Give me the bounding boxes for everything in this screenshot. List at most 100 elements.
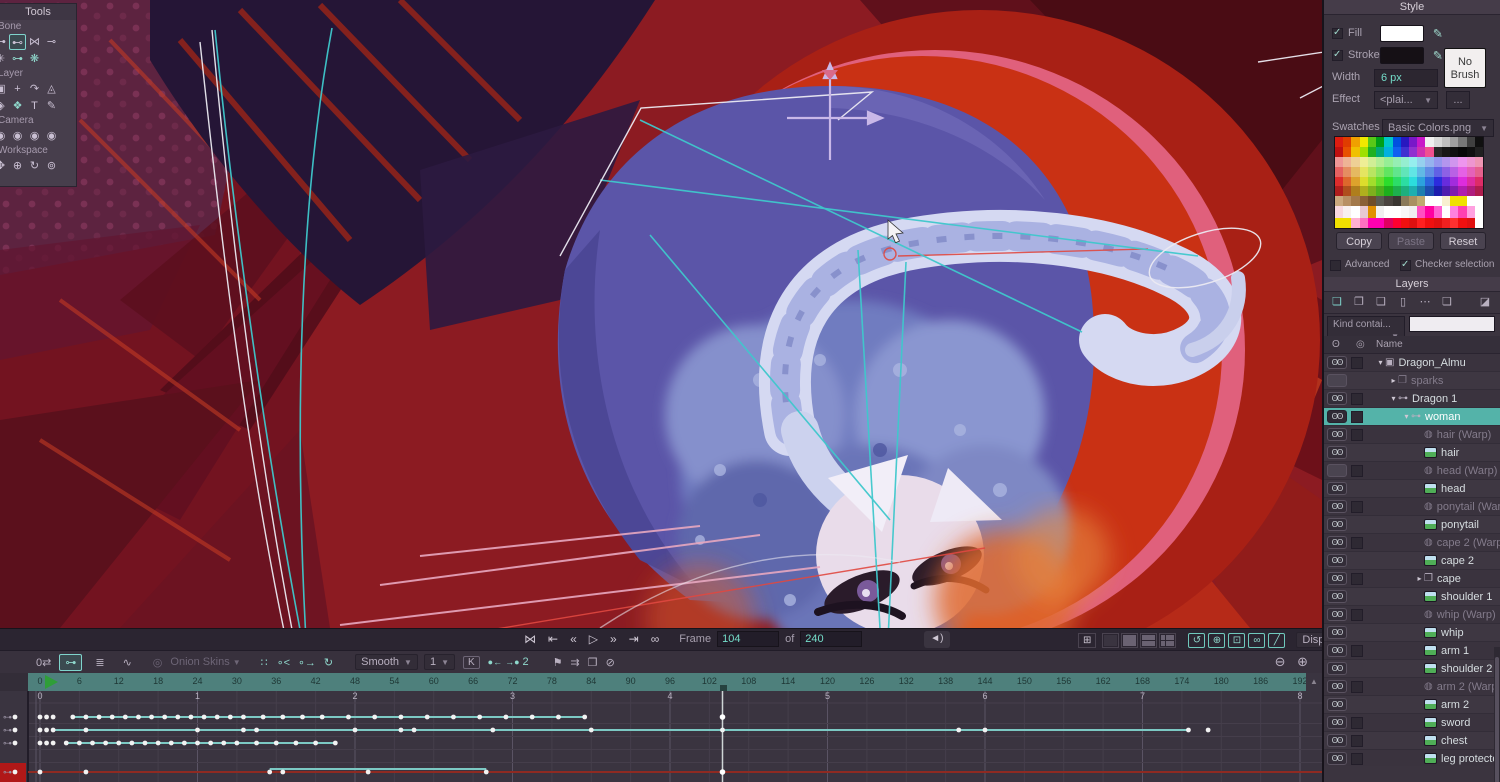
pan-workspace-tool-icon[interactable]: ✥	[0, 158, 9, 174]
layer-expand-icon[interactable]: ▾	[1376, 358, 1385, 367]
layer-row-woman[interactable]: ʘʘ ▾ ⊶ woman	[1324, 408, 1500, 426]
add-bone-tool-icon[interactable]: ✳	[0, 51, 9, 67]
play-loop-icon[interactable]: ∞	[645, 629, 666, 650]
add-point-tool-icon[interactable]: +	[9, 81, 26, 97]
layer-visibility-toggle[interactable]: ʘʘ	[1327, 644, 1347, 657]
palette-color[interactable]	[1417, 218, 1426, 228]
layer-visibility-toggle[interactable]: ʘʘ	[1327, 536, 1347, 549]
motion-graph-icon[interactable]: ∿	[118, 655, 137, 670]
layer-visibility-toggle[interactable]: ʘʘ	[1327, 518, 1347, 531]
palette-color[interactable]	[1384, 146, 1393, 157]
swatches-dropdown[interactable]: Basic Colors.png ▼	[1382, 119, 1494, 137]
palette-color[interactable]	[1433, 166, 1442, 177]
palette-color[interactable]	[1466, 166, 1475, 177]
layer-select-checkbox[interactable]	[1351, 410, 1363, 423]
layer-select-checkbox[interactable]	[1351, 536, 1363, 549]
palette-color[interactable]	[1335, 186, 1344, 197]
palette-color[interactable]	[1474, 166, 1483, 177]
palette-color[interactable]	[1474, 218, 1483, 228]
loop-view-icon[interactable]: ∞	[1248, 632, 1266, 648]
stereo-view-icon[interactable]: ⊞	[1078, 632, 1097, 648]
reparent-bone-tool-icon[interactable]: ⊶	[9, 51, 26, 67]
view-layout-single-icon[interactable]	[1102, 632, 1120, 648]
palette-color[interactable]	[1441, 176, 1451, 187]
layer-select-checkbox[interactable]	[1351, 572, 1363, 585]
new-group-icon[interactable]: ❑	[1372, 294, 1390, 311]
palette-color[interactable]	[1384, 137, 1393, 147]
palette-color[interactable]	[1400, 196, 1409, 207]
timeline-zoom-in-icon[interactable]: ⊕	[1297, 654, 1308, 669]
palette-color[interactable]	[1450, 176, 1459, 187]
interpolation-dropdown[interactable]: Smooth ▼	[355, 654, 418, 670]
layer-row-head-warp-[interactable]: ◍ head (Warp)	[1324, 462, 1500, 480]
paste-style-button[interactable]: Paste	[1388, 232, 1434, 250]
cycle-icon[interactable]: ∘<	[277, 656, 290, 669]
layer-visibility-toggle[interactable]: ʘʘ	[1327, 392, 1347, 405]
layer-expand-icon[interactable]: ▾	[1389, 394, 1398, 403]
palette-color[interactable]	[1376, 218, 1385, 228]
new-layer-icon[interactable]: ❏	[1328, 294, 1346, 311]
layer-row-chest[interactable]: ʘʘ chest	[1324, 732, 1500, 750]
palette-color[interactable]	[1433, 218, 1442, 228]
palette-color[interactable]	[1433, 186, 1442, 197]
layer-expand-icon[interactable]: ▾	[1402, 412, 1411, 421]
layer-row-ponytail-warp-[interactable]: ʘʘ ◍ponytail (Warp)	[1324, 498, 1500, 516]
layer-visibility-toggle[interactable]: ʘʘ	[1327, 446, 1347, 459]
palette-color[interactable]	[1474, 146, 1483, 157]
palette-color[interactable]	[1441, 146, 1451, 157]
palette-color[interactable]	[1408, 186, 1418, 197]
palette-color[interactable]	[1408, 137, 1418, 147]
palette-color[interactable]	[1458, 196, 1467, 207]
palette-color[interactable]	[1425, 196, 1434, 207]
palette-color[interactable]	[1376, 196, 1385, 207]
palette-color[interactable]	[1400, 206, 1409, 219]
layer-select-checkbox[interactable]	[1351, 752, 1363, 765]
canvas-viewport[interactable]: Tools Bone⊶⊷⋈⊸✳⊶❋Layer▣+↷◬◈❖T✎Camera◉◉◉◉…	[0, 0, 1322, 628]
palette-color[interactable]	[1441, 206, 1451, 219]
palette-color[interactable]	[1367, 186, 1377, 197]
view-layout-split-icon[interactable]	[1121, 632, 1139, 648]
palette-color[interactable]	[1351, 206, 1360, 219]
layer-select-checkbox[interactable]	[1351, 464, 1363, 477]
palette-color[interactable]	[1458, 186, 1467, 197]
layer-expand-icon[interactable]: ▸	[1415, 574, 1424, 583]
stroke-checkbox[interactable]: ✓	[1332, 49, 1343, 61]
palette-color[interactable]	[1359, 156, 1368, 167]
palette-color[interactable]	[1343, 166, 1352, 177]
palette-color[interactable]	[1474, 156, 1483, 167]
manipulate-bone-tool-icon[interactable]: ⊸	[43, 34, 60, 50]
palette-color[interactable]	[1392, 166, 1401, 177]
palette-color[interactable]	[1400, 176, 1409, 187]
text-tool-icon[interactable]: T	[26, 98, 43, 114]
palette-color[interactable]	[1343, 146, 1352, 157]
palette-color[interactable]	[1351, 196, 1360, 207]
palette-color[interactable]	[1450, 218, 1459, 228]
layer-row-hair[interactable]: ʘʘ hair	[1324, 444, 1500, 462]
palette-color[interactable]	[1408, 206, 1418, 219]
palette-color[interactable]	[1392, 186, 1401, 197]
draw-guides-icon[interactable]: ╱	[1268, 632, 1286, 648]
palette-color[interactable]	[1417, 137, 1426, 147]
timeline-zoom-out-icon[interactable]: ⊖	[1275, 654, 1286, 669]
palette-color[interactable]	[1441, 218, 1451, 228]
roll-camera-tool-icon[interactable]: ◉	[26, 128, 43, 144]
palette-color[interactable]	[1458, 206, 1467, 219]
palette-color[interactable]	[1441, 166, 1451, 177]
layer-search-input[interactable]	[1409, 316, 1495, 332]
palette-color[interactable]	[1367, 176, 1377, 187]
next-key-icon[interactable]: →●	[505, 657, 519, 667]
layer-visibility-toggle[interactable]: ʘʘ	[1327, 356, 1347, 369]
palette-color[interactable]	[1425, 206, 1434, 219]
palette-color[interactable]	[1417, 156, 1426, 167]
palette-color[interactable]	[1408, 166, 1418, 177]
layer-select-checkbox[interactable]	[1351, 716, 1363, 729]
palette-color[interactable]	[1417, 196, 1426, 207]
palette-color[interactable]	[1474, 196, 1483, 207]
pan-tilt-camera-tool-icon[interactable]: ◉	[43, 128, 60, 144]
palette-color[interactable]	[1400, 137, 1409, 147]
layer-visibility-toggle[interactable]	[1327, 374, 1347, 387]
palette-color[interactable]	[1359, 206, 1368, 219]
palette-color[interactable]	[1392, 137, 1401, 147]
transform-layer-tool-icon[interactable]: ▣	[0, 81, 9, 97]
palette-color[interactable]	[1417, 146, 1426, 157]
